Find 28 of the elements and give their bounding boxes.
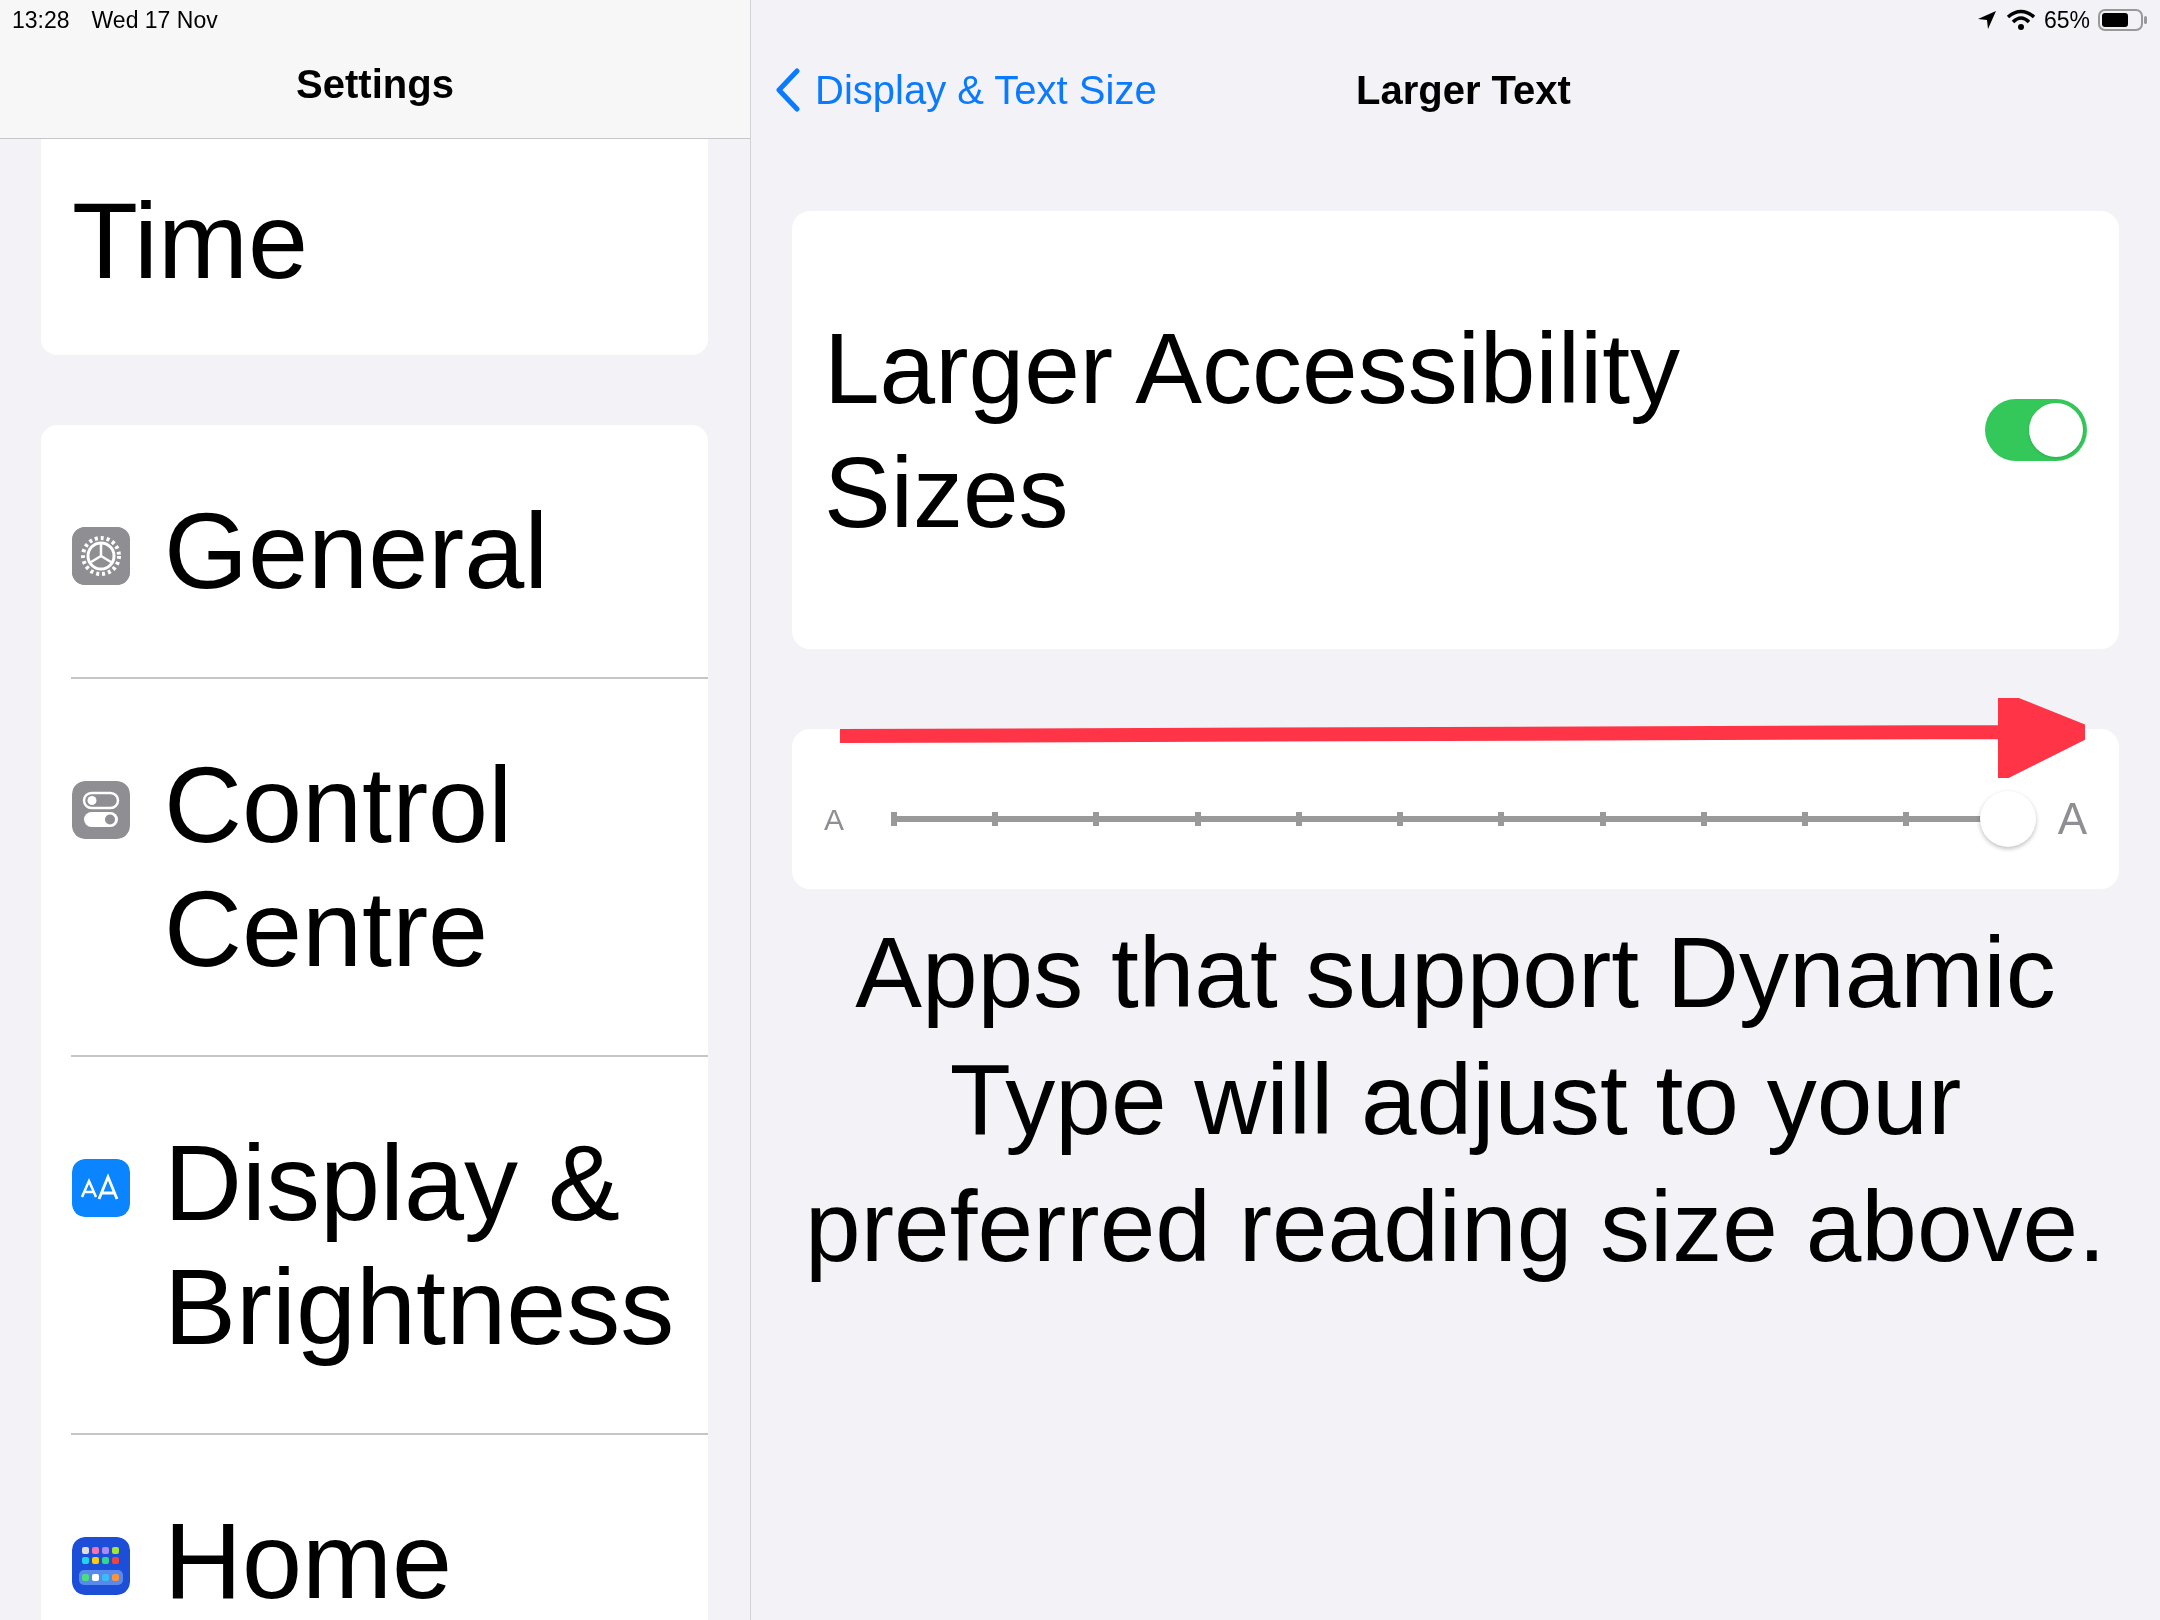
large-text-label: A bbox=[2057, 793, 2087, 845]
sidebar-title: Settings bbox=[296, 61, 454, 108]
battery-icon bbox=[2098, 8, 2148, 32]
settings-row-label: General bbox=[164, 489, 549, 613]
settings-row[interactable]: Time bbox=[41, 139, 708, 355]
page-title: Larger Text bbox=[1356, 67, 1571, 114]
battery-percent: 65% bbox=[2043, 5, 2090, 35]
back-button[interactable]: Display & Text Size bbox=[775, 60, 1157, 120]
settings-row-label: Display & Brightness bbox=[164, 1121, 676, 1369]
status-date: Wed 17 Nov bbox=[91, 5, 218, 35]
text-size-icon bbox=[72, 1159, 130, 1217]
toggle-label: Larger Accessibility Sizes bbox=[824, 311, 1681, 550]
settings-row-label: Time bbox=[72, 179, 308, 303]
settings-row[interactable]: Home bbox=[41, 1435, 708, 1620]
gear-icon bbox=[72, 527, 130, 585]
chevron-left-icon bbox=[775, 68, 801, 112]
home-screen-icon bbox=[72, 1537, 130, 1595]
description-text: Apps that support Dynamic Type will adjust to your preferred reading size above. bbox=[804, 915, 2107, 1284]
settings-row-label: Home bbox=[164, 1499, 453, 1620]
settings-row[interactable]: General bbox=[41, 425, 708, 677]
wifi-icon bbox=[2005, 9, 2036, 31]
toggles-icon bbox=[72, 781, 130, 839]
slider-thumb[interactable] bbox=[1979, 791, 2036, 847]
settings-row-label: Control Centre bbox=[164, 743, 514, 991]
settings-row[interactable]: Control Centre bbox=[41, 679, 708, 1055]
settings-row[interactable]: Display & Brightness bbox=[41, 1057, 708, 1433]
status-time: 13:28 bbox=[12, 5, 70, 35]
small-text-label: A bbox=[824, 801, 844, 838]
